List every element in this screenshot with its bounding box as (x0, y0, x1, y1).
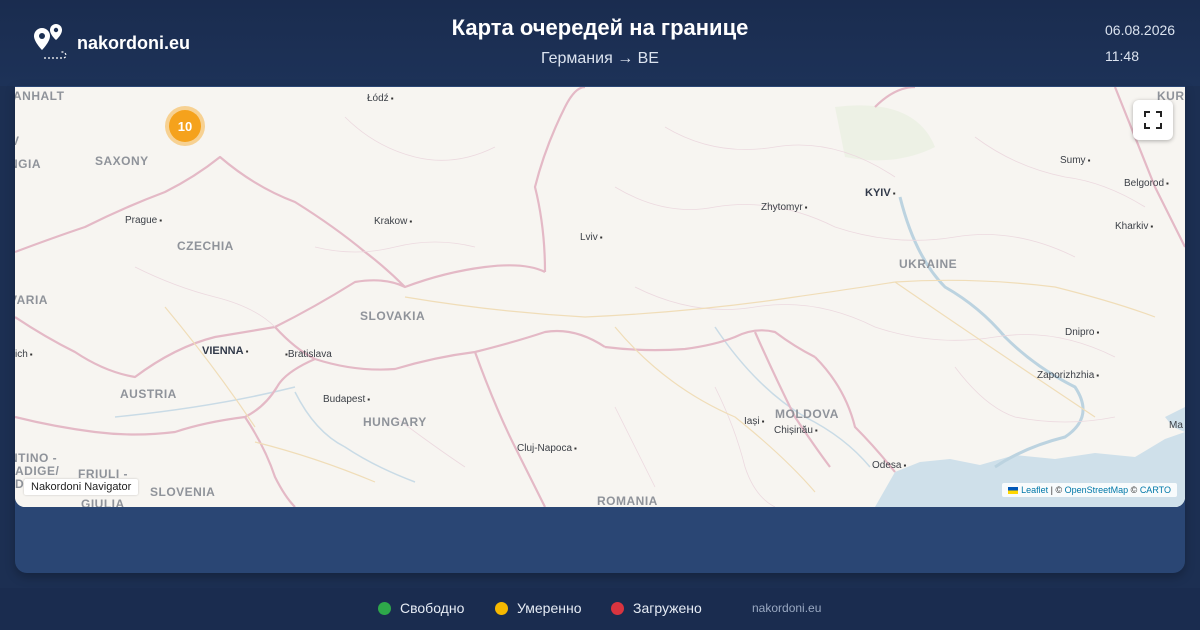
page-title: Карта очередей на границе (451, 15, 749, 40)
country-label: AUSTRIA (120, 387, 177, 401)
city-label: Zaporizhzhia (1037, 370, 1099, 381)
city-label: Chișinău (774, 425, 818, 436)
leaflet-link[interactable]: Leaflet (1021, 485, 1048, 495)
region-label: NGIA (15, 157, 41, 171)
country-label: SLOVAKIA (360, 309, 426, 323)
legend-label: Свободно (400, 600, 465, 616)
legend-dot (378, 601, 391, 615)
country-label: CZECHIA (177, 239, 234, 253)
footer-site-link[interactable]: nakordoni.eu (752, 601, 821, 615)
country-label: HUNGARY (363, 415, 427, 429)
city-label: Dnipro (1065, 327, 1099, 338)
city-label: Odesa (872, 460, 906, 471)
legend-item-free: Свободно (378, 600, 464, 616)
legend-dot (495, 601, 508, 615)
city-label: Prague (125, 215, 162, 226)
city-label: Lviv (580, 232, 603, 243)
header: nakordoni.eu Карта очередей на границе Г… (0, 0, 1200, 86)
country-label: MOLDOVA (775, 407, 839, 421)
capital-label: KYIV (865, 187, 896, 199)
attribution-separator: | © (1048, 485, 1065, 495)
legend-item-moderate: Умеренно (495, 600, 582, 616)
country-label: ROMANIA (597, 494, 658, 507)
capital-label: VIENNA (202, 345, 248, 357)
attribution-separator: © (1128, 485, 1140, 495)
region-label: VARIA (15, 293, 48, 307)
city-label: Łódź (367, 93, 394, 104)
time-label: 11:48 (1105, 48, 1139, 64)
legend-dot (611, 601, 624, 615)
navigator-badge: Nakordoni Navigator (24, 479, 139, 495)
footer: Свободно Умеренно Загружено nakordoni.eu (0, 588, 1200, 630)
region-label: ANHALT (15, 89, 65, 103)
map-attribution: Leaflet | © OpenStreetMap © CARTO (1002, 483, 1177, 497)
city-label: Zhytomyr (761, 202, 808, 213)
region-label: V (15, 134, 20, 148)
city-label: Iași (744, 416, 764, 427)
route-subtitle: Германия → BE (541, 50, 659, 67)
city-label: Budapest (323, 394, 370, 405)
osm-link[interactable]: OpenStreetMap (1065, 485, 1129, 495)
country-label: UKRAINE (899, 257, 958, 271)
legend-label: Умеренно (517, 600, 582, 616)
city-label: Belgorod (1124, 178, 1169, 189)
date-label: 06.08.2026 (1105, 22, 1176, 38)
cluster-count: 10 (169, 110, 201, 142)
map-base-layer (15, 87, 1185, 507)
city-label: Kharkiv (1115, 221, 1153, 232)
region-label: ADIGE/ (15, 464, 60, 478)
fullscreen-button[interactable] (1133, 100, 1173, 140)
legend-label: Загружено (633, 600, 702, 616)
carto-link[interactable]: CARTO (1140, 485, 1171, 495)
city-label-text: Bratislava (287, 349, 332, 360)
region-label: SAXONY (95, 154, 149, 168)
city-label: Sumy (1060, 155, 1090, 166)
city-label: ich (15, 349, 33, 360)
region-label: NTINO - (15, 451, 58, 465)
ukraine-flag-icon (1008, 487, 1019, 495)
legend-item-busy: Загружено (611, 600, 702, 616)
city-label: Ma (1169, 420, 1183, 431)
city-label: Cluj-Napoca (517, 443, 577, 454)
fullscreen-icon (1144, 111, 1162, 129)
city-label: Krakow (374, 216, 412, 227)
region-label: GIULIA (81, 497, 125, 507)
city-label: ▪Bratislava (285, 349, 332, 360)
country-label: SLOVENIA (150, 485, 216, 499)
map-container[interactable]: ANHALT SAXONY NGIA CZECHIA VARIA SLOVAKI… (15, 87, 1185, 507)
border-cluster-marker[interactable]: 10 (165, 106, 205, 146)
